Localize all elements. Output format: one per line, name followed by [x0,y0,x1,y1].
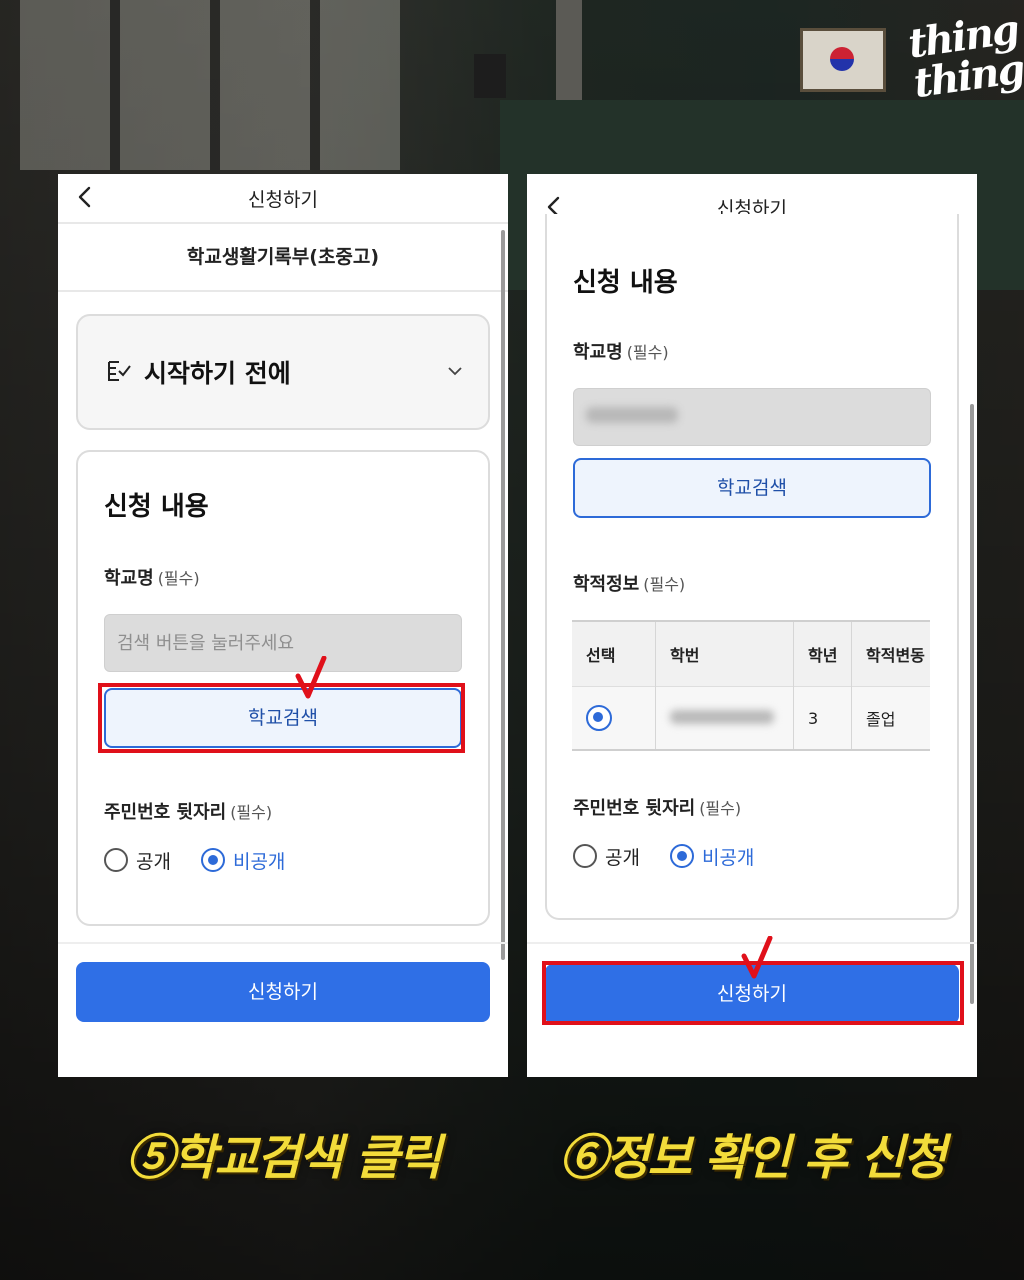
radio-private[interactable]: 비공개 [200,847,285,874]
table-row[interactable]: 3 졸업 [572,686,930,751]
form-title: 신청 내용 [104,492,209,522]
korean-flag [800,28,886,92]
status-cell: 졸업 [851,686,930,751]
row-select-cell[interactable] [572,686,656,751]
phone-screen-step5: 신청하기 학교생활기록부(초중고) 시작하기 전에 신청 내용 학교명 (필수) … [58,174,508,1077]
column-header-status: 학적변동 [851,620,930,687]
resident-number-label: 주민번호 뒷자리 (필수) [104,802,273,823]
header-title: 신청하기 [248,189,318,211]
grade-cell: 3 [793,686,852,751]
school-name-field[interactable]: 검색 버튼을 눌러주세요 [104,614,462,672]
student-id-cell [655,686,794,751]
classroom-speaker [474,54,506,98]
column-header-select: 선택 [572,620,656,687]
radio-unchecked-icon [104,848,128,872]
service-title: 학교생활기록부(초중고) [58,224,508,292]
radio-private[interactable]: 비공개 [669,843,754,870]
checklist-icon [108,361,131,381]
app-header: 신청하기 [58,174,508,224]
application-form-card: 신청 내용 학교명 (필수) 학교검색 학적정보 (필수) 주민번호 뒷자리 (필수)… [545,214,959,920]
school-record-table: 선택 학번 학년 학적변동 3 졸업 [572,620,930,751]
brand-logo: thing thing [905,5,1024,108]
disclosure-radio-group: 공개 비공개 [573,840,784,872]
scrollbar[interactable] [501,230,505,960]
school-name-field[interactable] [573,388,931,446]
resident-number-label: 주민번호 뒷자리 (필수) [573,798,742,819]
radio-public[interactable]: 공개 [104,847,171,874]
classroom-window [20,0,400,170]
radio-checked-icon[interactable] [586,705,612,731]
blurred-school-name [586,407,678,423]
before-start-accordion[interactable]: 시작하기 전에 [76,314,490,430]
highlight-box-search [98,683,465,753]
school-search-button[interactable]: 학교검색 [573,458,931,518]
checkmark-icon [741,936,773,979]
caption-step5: ⑤학교검색 클릭 [126,1130,442,1186]
disclosure-radio-group: 공개 비공개 [104,844,315,876]
accordion-title: 시작하기 전에 [144,359,291,388]
radio-unchecked-icon [573,844,597,868]
form-title: 신청 내용 [573,268,678,298]
caption-step6: ⑥정보 확인 후 신청 [559,1130,946,1186]
checkmark-icon [295,656,327,699]
submit-button[interactable]: 신청하기 [76,962,490,1022]
radio-checked-icon [669,844,694,868]
chevron-down-icon [448,367,462,376]
school-name-label: 학교명 (필수) [104,568,200,589]
blurred-student-id [670,709,774,724]
footer-divider [58,942,508,944]
school-name-label: 학교명 (필수) [573,342,669,363]
column-header-grade: 학년 [793,620,852,687]
radio-checked-icon [200,848,225,872]
scrollbar[interactable] [970,404,974,1004]
column-header-student-id: 학번 [655,620,794,687]
school-record-label: 학적정보 (필수) [573,574,686,595]
table-header-row: 선택 학번 학년 학적변동 [572,620,930,687]
radio-public[interactable]: 공개 [573,843,640,870]
